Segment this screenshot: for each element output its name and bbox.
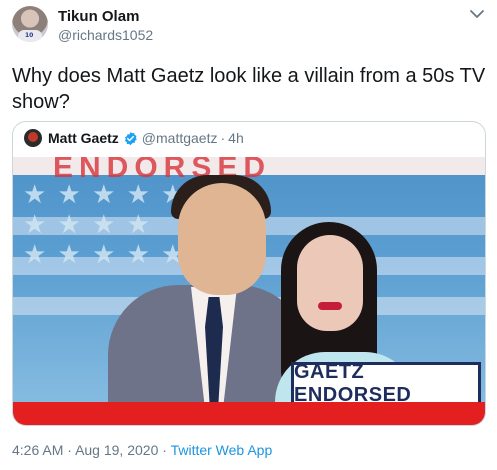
quoted-separator: ·: [220, 130, 226, 146]
tweet-source-link[interactable]: Twitter Web App: [171, 442, 273, 458]
meta-separator: ·: [67, 442, 72, 458]
banner-strip: ENDORSED: [13, 157, 485, 184]
chevron-down-icon[interactable]: [469, 8, 485, 20]
meta-separator: ·: [162, 442, 167, 458]
tweet-text: Why does Matt Gaetz look like a villain …: [12, 65, 486, 113]
tweet-meta: 4:26 AM · Aug 19, 2020 · Twitter Web App: [12, 442, 272, 458]
tweet-date[interactable]: Aug 19, 2020: [75, 442, 158, 458]
quoted-tweet-header: Matt Gaetz @mattgaetz · 4h: [24, 128, 244, 148]
tweet[interactable]: 10 Tikun Olam @richards1052 Why does Mat…: [0, 0, 497, 470]
quoted-display-name[interactable]: Matt Gaetz: [48, 130, 119, 146]
endorsed-badge-text: GAETZ ENDORSED: [294, 361, 412, 406]
red-strip: [13, 402, 485, 425]
avatar[interactable]: 10: [12, 6, 48, 42]
endorsed-badge: GAETZ ENDORSED: [291, 361, 481, 406]
flag-stars: ★ ★ ★ ★ ★ ★ ★ ★ ★ ★ ★ ★ ★ ★: [23, 179, 187, 269]
quoted-handle[interactable]: @mattgaetz: [142, 130, 218, 146]
quoted-timestamp[interactable]: 4h: [228, 130, 244, 146]
verified-badge-icon: [124, 131, 137, 145]
quoted-avatar[interactable]: [24, 129, 42, 147]
tweet-time[interactable]: 4:26 AM: [12, 442, 63, 458]
quoted-media-image[interactable]: ENDORSED ★ ★ ★ ★ ★ ★ ★ ★ ★ ★ ★ ★ ★ ★ GAETZ…: [13, 157, 485, 425]
quoted-tweet[interactable]: Matt Gaetz @mattgaetz · 4h ENDORSED ★ ★ …: [12, 121, 486, 426]
author-handle[interactable]: @richards1052: [58, 27, 153, 43]
author-display-name[interactable]: Tikun Olam: [58, 8, 139, 25]
